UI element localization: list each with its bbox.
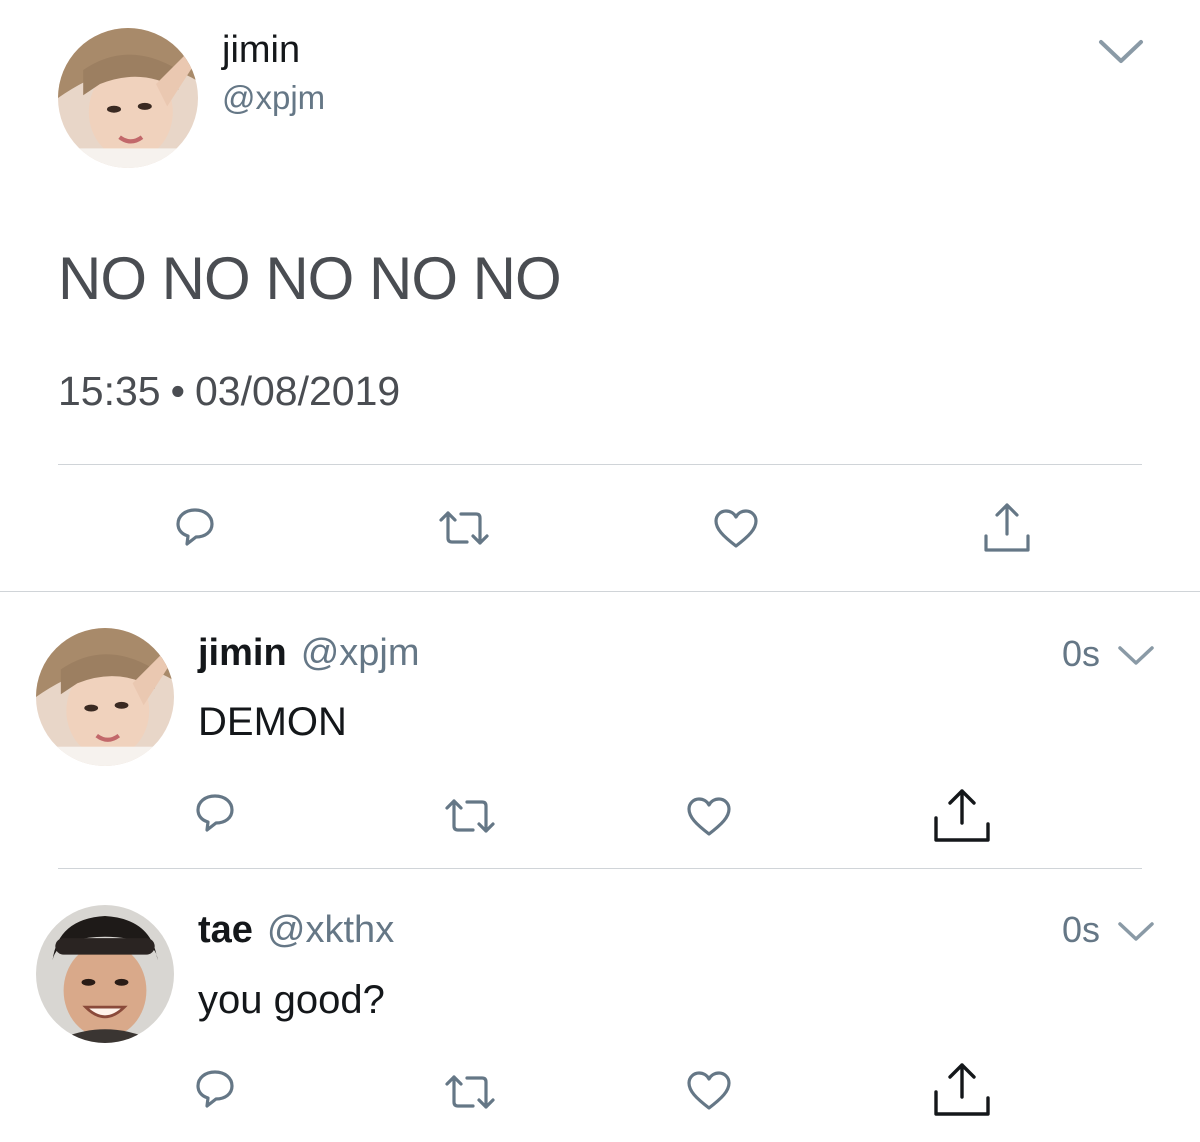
user-handle[interactable]: @xpjm [222,78,325,118]
display-name[interactable]: tae [198,909,253,951]
share-button[interactable] [932,1062,992,1118]
share-button[interactable] [932,788,992,844]
divider [58,868,1142,869]
avatar-photo-icon [36,905,174,1043]
share-icon [984,503,1030,552]
tweet-time: 15:35 [58,368,161,414]
heart-icon [687,1071,731,1110]
avatar-photo-icon [36,628,174,766]
retweet-icon [445,799,495,833]
avatar-photo-icon [58,28,198,168]
reply-button[interactable] [194,1068,236,1110]
like-button[interactable] [713,508,759,550]
retweet-icon [445,1075,495,1109]
share-icon [934,1063,990,1116]
reply-icon [176,508,214,546]
like-button[interactable] [686,1070,732,1112]
tweet-text: NO NO NO NO NO [58,245,562,312]
tweet-date: 03/08/2019 [194,368,401,414]
retweet-button[interactable] [437,508,491,548]
tweet-timestamp: 15:35 • 03/08/2019 [58,366,400,416]
chevron-down-icon [1099,40,1143,63]
reply-time: 0s [1062,909,1101,950]
reply-icon [196,794,234,832]
reply-text: DEMON [198,700,347,744]
reply-time: 0s [1062,633,1101,674]
retweet-button[interactable] [443,1072,497,1112]
more-options-chevron[interactable] [1116,644,1156,673]
reply-header: jimin @xpjm [198,631,420,675]
share-button[interactable] [982,502,1032,554]
reply-icon [196,1070,234,1108]
user-handle[interactable]: @xkthx [267,909,394,951]
more-options-chevron[interactable] [1116,920,1156,949]
chevron-down-icon [1118,922,1154,941]
heart-icon [714,509,758,548]
retweet-icon [439,511,489,545]
display-name[interactable]: jimin [198,632,287,674]
avatar[interactable] [58,28,198,168]
more-options-chevron[interactable] [1098,38,1144,71]
retweet-button[interactable] [443,796,497,836]
display-name[interactable]: jimin [222,28,300,72]
avatar[interactable] [36,628,174,766]
reply-button[interactable] [174,506,216,548]
meta-separator: • [170,368,185,414]
reply-header: tae @xkthx [198,908,394,952]
like-button[interactable] [686,796,732,838]
avatar[interactable] [36,905,174,1043]
reply-button[interactable] [194,792,236,834]
divider [0,591,1200,592]
heart-icon [687,797,731,836]
user-handle[interactable]: @xpjm [301,632,420,674]
share-icon [934,789,990,842]
reply-text: you good? [198,978,385,1022]
divider [58,464,1142,465]
chevron-down-icon [1118,646,1154,665]
